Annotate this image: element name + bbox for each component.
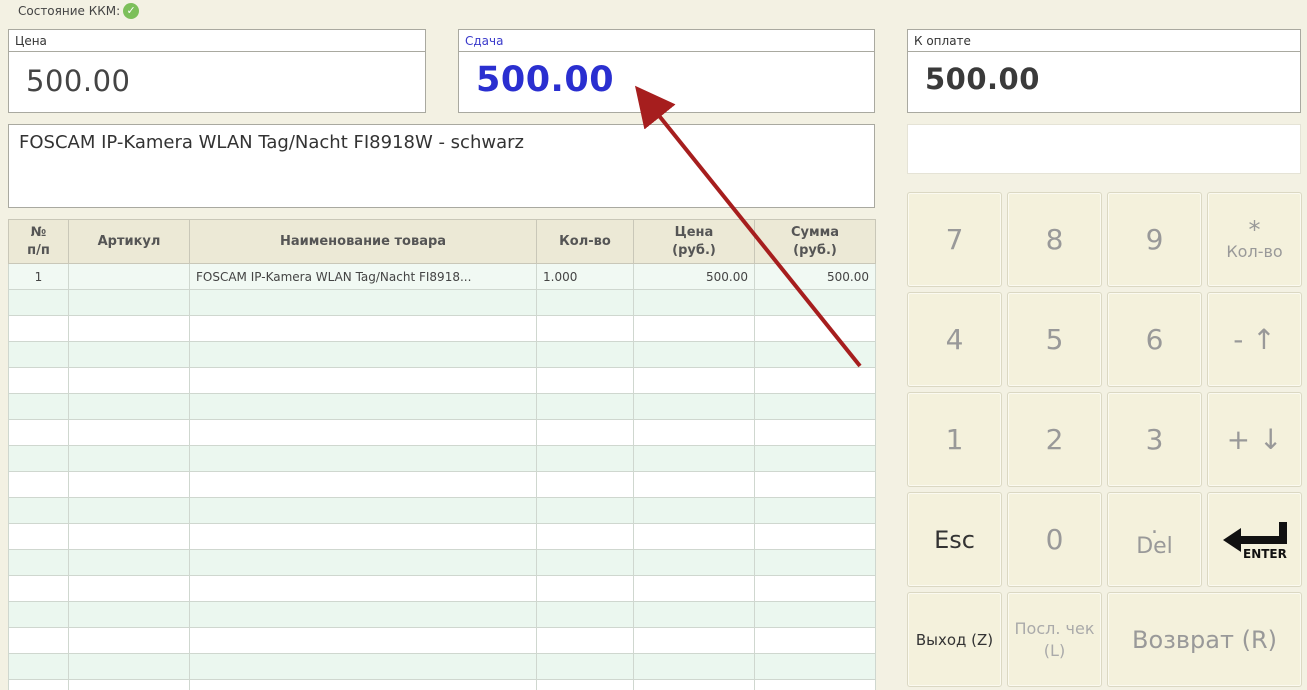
annotation-arrow — [634, 85, 862, 368]
